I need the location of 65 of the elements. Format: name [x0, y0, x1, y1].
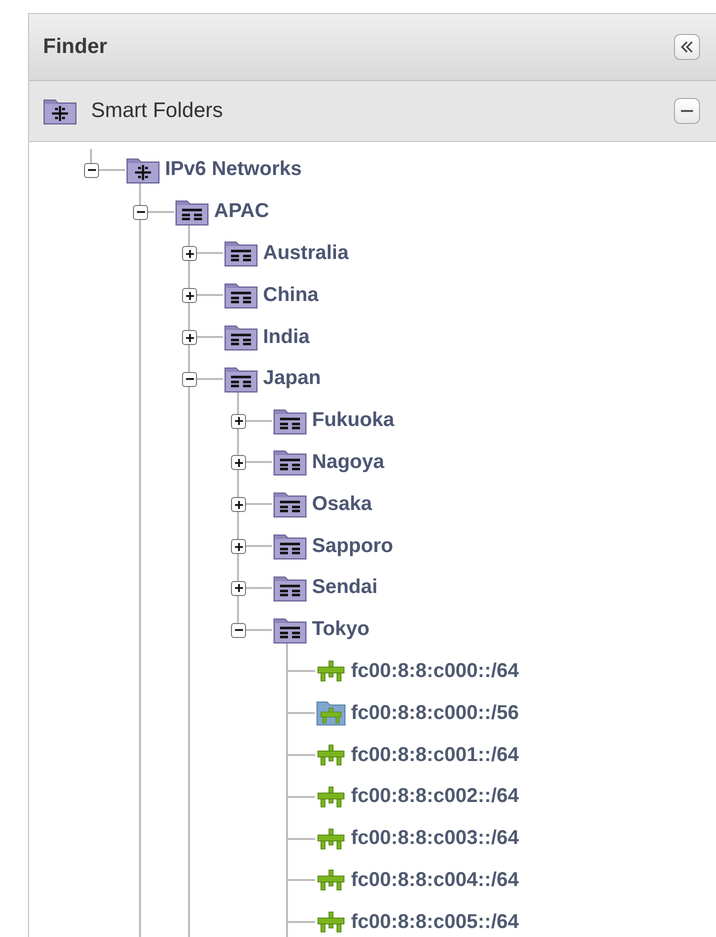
section-title: Smart Folders — [91, 99, 224, 123]
network-folder-icon — [316, 700, 346, 726]
tree-item[interactable]: Nagoya — [312, 450, 384, 474]
folder-icon — [224, 281, 258, 310]
folder-icon — [273, 406, 307, 435]
folder-icon — [273, 448, 307, 476]
network-icon — [316, 910, 346, 934]
plus-icon — [234, 583, 244, 594]
minus-icon — [681, 109, 693, 113]
tree-item[interactable]: fc00:8:8:c005::/64 — [351, 910, 519, 934]
smart-folder-icon — [126, 156, 160, 184]
folder-icon — [273, 616, 307, 644]
network-icon — [316, 826, 346, 851]
folder-icon — [175, 198, 209, 226]
folder-icon — [224, 323, 258, 352]
folder-icon — [273, 532, 307, 560]
network-icon — [316, 784, 346, 809]
expand-toggle[interactable] — [182, 330, 197, 346]
collapse-toggle[interactable] — [84, 162, 99, 178]
collapse-toggle[interactable] — [231, 622, 246, 638]
expand-toggle[interactable] — [182, 246, 197, 262]
plus-icon — [184, 290, 194, 301]
plus-icon — [234, 458, 244, 468]
tree-item[interactable]: fc00:8:8:c000::/64 — [351, 660, 519, 683]
expand-toggle[interactable] — [182, 288, 197, 304]
collapse-panel-button[interactable] — [674, 34, 700, 60]
tree-item[interactable]: Osaka — [312, 492, 372, 516]
tree-item[interactable]: APAC — [214, 200, 270, 224]
tree-item[interactable]: Sendai — [312, 576, 378, 600]
tree-item[interactable]: Australia — [263, 242, 349, 265]
tree-item[interactable]: India — [263, 326, 310, 349]
tree-item[interactable]: Sapporo — [312, 534, 394, 558]
tree-item[interactable]: fc00:8:8:c000::/56 — [351, 702, 519, 725]
plus-icon — [234, 542, 244, 552]
collapse-section-button[interactable] — [674, 98, 700, 124]
network-icon — [316, 868, 346, 892]
network-icon — [316, 743, 346, 768]
double-chevron-icon — [680, 41, 694, 53]
collapse-toggle[interactable] — [133, 204, 148, 220]
tree-item[interactable]: China — [263, 284, 319, 307]
tree-item[interactable]: Tokyo — [312, 618, 370, 642]
tree-item[interactable]: Fukuoka — [312, 409, 394, 432]
folder-icon — [273, 574, 307, 602]
folder-icon — [224, 364, 258, 393]
folder-icon — [273, 490, 307, 518]
plus-icon — [184, 332, 194, 343]
expand-toggle[interactable] — [231, 539, 246, 554]
panel-title: Finder — [43, 35, 108, 59]
plus-icon — [234, 416, 244, 426]
network-icon — [316, 659, 346, 684]
expand-toggle[interactable] — [231, 414, 246, 429]
plus-icon — [184, 248, 194, 259]
tree-item[interactable]: IPv6 Networks — [165, 158, 302, 182]
tree-item[interactable]: fc00:8:8:c003::/64 — [351, 827, 519, 850]
tree-item[interactable]: fc00:8:8:c001::/64 — [351, 744, 519, 767]
smart-folder-icon — [43, 97, 77, 125]
plus-icon — [234, 500, 244, 510]
folder-icon — [224, 239, 258, 268]
tree-item[interactable]: Japan — [263, 367, 321, 390]
collapse-toggle[interactable] — [182, 372, 197, 387]
expand-toggle[interactable] — [231, 497, 246, 512]
expand-toggle[interactable] — [231, 580, 246, 596]
expand-toggle[interactable] — [231, 455, 246, 470]
tree-item[interactable]: fc00:8:8:c004::/64 — [351, 868, 519, 892]
tree-item[interactable]: fc00:8:8:c002::/64 — [351, 785, 519, 808]
